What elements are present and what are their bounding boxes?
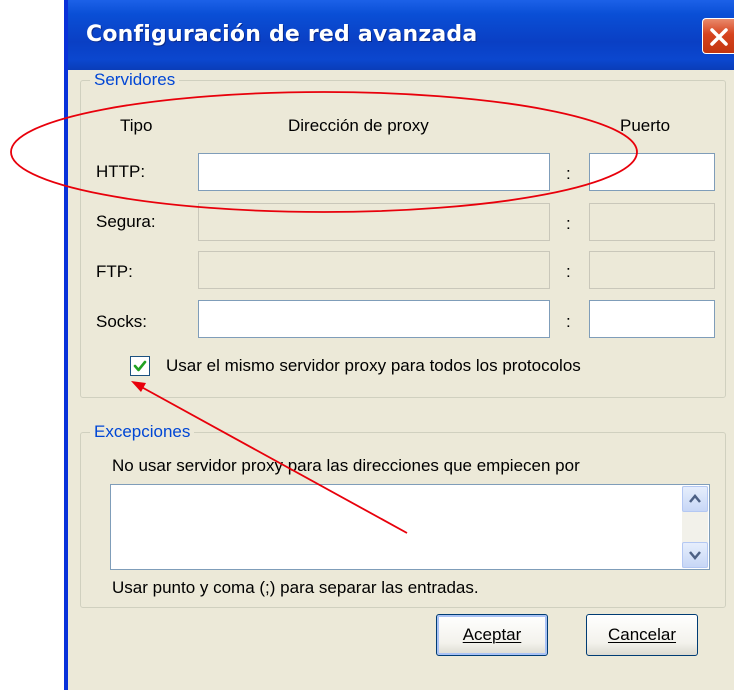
annotation-arrow-head [131, 381, 146, 392]
annotation-ellipse [10, 91, 638, 213]
annotation-overlay [10, 91, 638, 534]
annotation-arrow-line [135, 383, 408, 534]
